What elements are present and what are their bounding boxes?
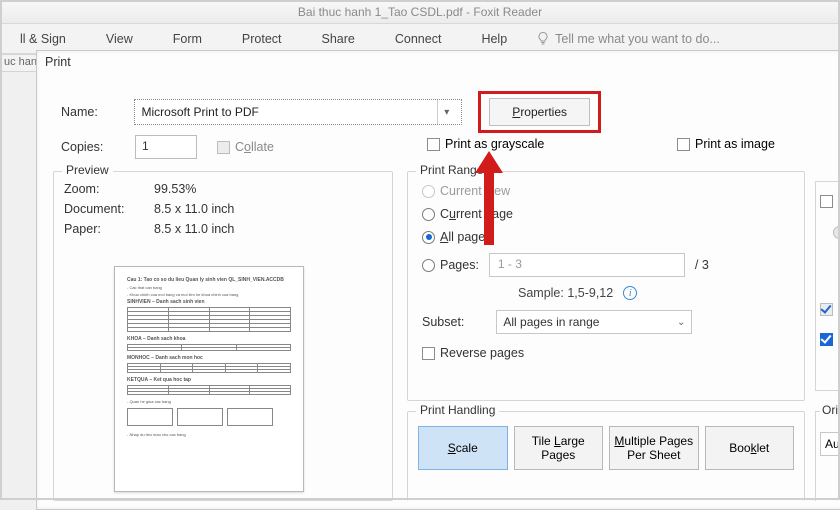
zoom-label: Zoom: [64,182,154,196]
print-as-image-checkbox[interactable] [677,138,690,151]
print-range-legend: Print Range [416,163,487,177]
collate-checkbox [217,141,230,154]
grayscale-label: Print as grayscale [445,137,544,151]
tell-me-search[interactable]: Tell me what you want to do... [555,32,720,46]
right-prin-checkbox[interactable] [820,195,833,208]
printer-select-value: Microsoft Print to PDF [141,105,258,119]
grayscale-checkbox[interactable] [427,138,440,151]
booklet-button[interactable]: Booklet [705,426,795,470]
pages-input[interactable]: 1 - 3 [489,253,685,277]
subset-label: Subset: [422,315,464,329]
menu-connect[interactable]: Connect [375,32,462,46]
preview-group: Preview Zoom:99.53% Document:8.5 x 11.0 … [53,171,393,501]
app-titlebar: Bai thuc hanh 1_Tao CSDL.pdf - Foxit Rea… [0,0,840,24]
menu-help[interactable]: Help [461,32,527,46]
document-size-label: Document: [64,202,154,216]
right-panel-clipped: Prin Au Au [815,181,840,391]
page-thumbnail: Cau 1: Tao co so du lieu Quan ly sinh vi… [114,266,304,492]
copies-input[interactable]: 1 [135,135,197,159]
pages-total: / 3 [695,258,709,272]
reverse-pages-checkbox[interactable] [422,347,435,360]
print-handling-legend: Print Handling [416,403,499,417]
print-range-group: Print Range Current view Current page Al… [407,171,805,401]
all-pages-radio[interactable] [422,231,435,244]
right-au1-checkbox [820,303,833,316]
chevron-down-icon: ⌄ [677,317,685,328]
right-dim-radio [833,226,840,239]
orientation-legend: Orienta [820,403,840,417]
lightbulb-icon [535,31,551,47]
collate-label: Collate [235,140,274,154]
print-dialog: Print Name: Microsoft Print to PDF ▾ Pro… [36,50,840,510]
printer-select[interactable]: Microsoft Print to PDF ▾ [134,99,462,125]
all-pages-label: All pages [440,230,491,244]
menu-protect[interactable]: Protect [222,32,302,46]
preview-legend: Preview [62,163,113,177]
orientation-select[interactable]: Auto [820,432,840,456]
properties-highlight-box: Properties [478,91,601,133]
current-page-label: Current page [440,207,513,221]
pages-sample-text: Sample: 1,5-9,12 [518,286,613,300]
reverse-pages-label: Reverse pages [440,346,524,360]
current-view-label: Current view [440,184,510,198]
print-as-image-label: Print as image [695,137,775,151]
properties-button[interactable]: Properties [489,98,590,126]
scale-button[interactable]: Scale [418,426,508,470]
info-icon[interactable]: i [623,286,637,300]
right-au2-checkbox[interactable] [820,333,833,346]
copies-label: Copies: [61,140,135,154]
chevron-down-icon: ▾ [437,100,455,124]
tile-large-pages-button[interactable]: Tile Large Pages [514,426,604,470]
print-handling-group: Print Handling Scale Tile Large Pages Mu… [407,411,805,501]
menu-form[interactable]: Form [153,32,222,46]
zoom-value: 99.53% [154,182,196,196]
pages-label: Pages: [440,258,479,272]
multiple-pages-button[interactable]: Multiple Pages Per Sheet [609,426,699,470]
menu-share[interactable]: Share [302,32,375,46]
paper-size-label: Paper: [64,222,154,236]
menu-fill-sign[interactable]: ll & Sign [0,32,86,46]
document-size-value: 8.5 x 11.0 inch [154,202,234,216]
printer-name-label: Name: [61,105,134,119]
subset-value: All pages in range [503,315,599,329]
pages-radio[interactable] [422,259,435,272]
menu-view[interactable]: View [86,32,153,46]
subset-select[interactable]: All pages in range ⌄ [496,310,692,334]
current-page-radio[interactable] [422,208,435,221]
dialog-title: Print [37,51,840,73]
current-view-radio [422,185,435,198]
paper-size-value: 8.5 x 11.0 inch [154,222,234,236]
orientation-group-clipped: Orienta Auto [815,411,840,501]
